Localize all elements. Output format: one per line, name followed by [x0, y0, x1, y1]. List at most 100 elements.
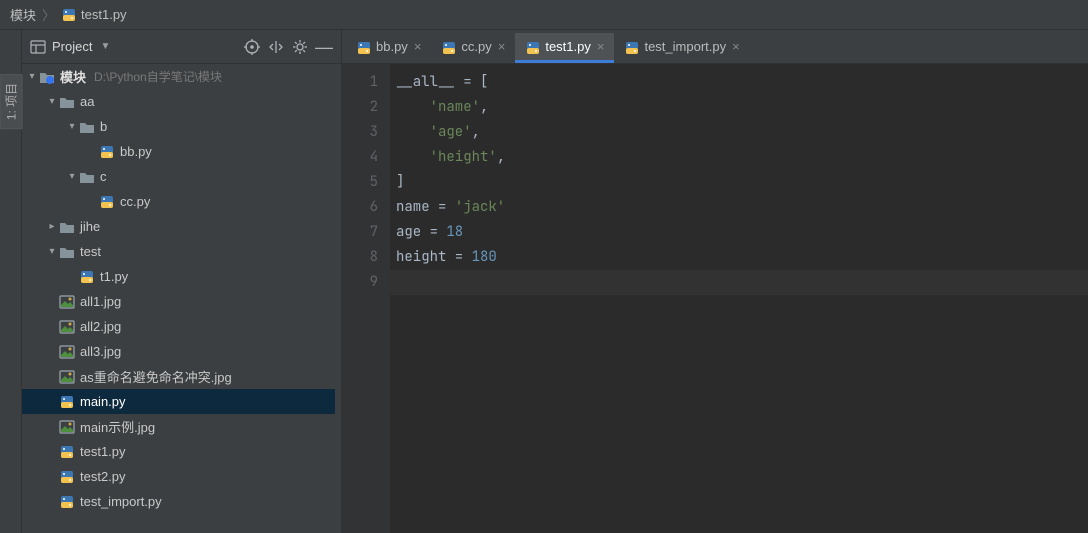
tree-file-test1-py[interactable]: ▸ test1.py: [22, 439, 335, 464]
python-icon: [525, 40, 539, 54]
tree-label: jihe: [80, 219, 100, 234]
locate-icon[interactable]: [243, 38, 261, 56]
project-panel-title[interactable]: Project: [52, 39, 92, 54]
tree-label: bb.py: [120, 144, 152, 159]
tree-folder-b[interactable]: ▾ b: [22, 114, 335, 139]
code-line[interactable]: age = 18: [390, 220, 1088, 245]
tree-file-cc-py[interactable]: ▸ cc.py: [22, 189, 335, 214]
tree-label: test_import.py: [80, 494, 162, 509]
expand-all-icon[interactable]: [267, 38, 285, 56]
tree-folder-c[interactable]: ▾ c: [22, 164, 335, 189]
python-icon: [58, 494, 76, 510]
chevron-down-icon[interactable]: ▾: [46, 96, 58, 107]
tab-bb-py[interactable]: bb.py ×: [346, 33, 431, 63]
tree-label: main示例.jpg: [80, 417, 155, 436]
line-number: 9: [342, 270, 378, 295]
breadcrumb-separator: 〉: [42, 5, 55, 24]
code-line[interactable]: 'age',: [390, 120, 1088, 145]
folder-icon: [78, 119, 96, 135]
tree-root-path: D:\Python自学笔记\模块: [94, 68, 222, 85]
python-icon: [61, 7, 77, 23]
tree-label: all3.jpg: [80, 344, 121, 359]
code-line[interactable]: name = 'jack': [390, 195, 1088, 220]
breadcrumb-root[interactable]: 模块: [10, 5, 36, 24]
python-icon: [441, 40, 455, 54]
tool-window-strip-left: 1: 项目: [0, 30, 22, 533]
tab-test1-py[interactable]: test1.py ×: [515, 33, 614, 63]
close-icon[interactable]: ×: [414, 39, 422, 54]
code-editor[interactable]: 123456789 __all__ = [ 'name', 'age', 'he…: [342, 64, 1088, 533]
python-icon: [58, 469, 76, 485]
code-line[interactable]: ]: [390, 170, 1088, 195]
tree-folder-jihe[interactable]: ▸ jihe: [22, 214, 335, 239]
breadcrumb-file[interactable]: test1.py: [81, 7, 127, 22]
chevron-right-icon[interactable]: ▸: [46, 221, 58, 232]
line-number: 4: [342, 145, 378, 170]
code-line[interactable]: __all__ = [: [390, 70, 1088, 95]
tab-test-import-py[interactable]: test_import.py ×: [614, 33, 749, 63]
line-number: 3: [342, 120, 378, 145]
tree-file-main-ex-jpg[interactable]: ▸ main示例.jpg: [22, 414, 335, 439]
tree-label: test2.py: [80, 469, 126, 484]
image-icon: [58, 419, 76, 435]
folder-icon: [78, 169, 96, 185]
python-icon: [356, 40, 370, 54]
tree-file-all1-jpg[interactable]: ▸ all1.jpg: [22, 289, 335, 314]
tab-label: bb.py: [376, 39, 408, 54]
chevron-down-icon[interactable]: ▾: [66, 121, 78, 132]
tab-cc-py[interactable]: cc.py ×: [431, 33, 515, 63]
breadcrumb: 模块 〉 test1.py: [0, 0, 1088, 30]
tree-file-t1-py[interactable]: ▸ t1.py: [22, 264, 335, 289]
project-panel: Project ▼ — ▾ 模块 D:\Python自学笔记\模块 ▾ aa: [22, 30, 342, 533]
tree-label: cc.py: [120, 194, 150, 209]
module-folder-icon: [38, 69, 56, 85]
code-line[interactable]: 'height',: [390, 145, 1088, 170]
tree-file-bb-py[interactable]: ▸ bb.py: [22, 139, 335, 164]
tree-label: aa: [80, 94, 94, 109]
tab-label: test1.py: [545, 39, 591, 54]
line-number: 1: [342, 70, 378, 95]
chevron-down-icon[interactable]: ▾: [66, 171, 78, 182]
tree-folder-aa[interactable]: ▾ aa: [22, 89, 335, 114]
python-icon: [58, 444, 76, 460]
tree-label: 模块: [60, 67, 86, 86]
project-tree[interactable]: ▾ 模块 D:\Python自学笔记\模块 ▾ aa ▾ b ▸: [22, 64, 335, 533]
project-view-icon: [30, 39, 46, 55]
tree-file-all2-jpg[interactable]: ▸ all2.jpg: [22, 314, 335, 339]
tree-label: c: [100, 169, 107, 184]
python-icon: [98, 144, 116, 160]
code-line[interactable]: 'name',: [390, 95, 1088, 120]
tree-label: main.py: [80, 394, 126, 409]
code-lines[interactable]: __all__ = [ 'name', 'age', 'height',]nam…: [390, 64, 1088, 533]
code-line[interactable]: [390, 270, 1088, 295]
close-icon[interactable]: ×: [498, 39, 506, 54]
tree-file-test2-py[interactable]: ▸ test2.py: [22, 464, 335, 489]
tree-root[interactable]: ▾ 模块 D:\Python自学笔记\模块: [22, 64, 335, 89]
chevron-down-icon[interactable]: ▼: [100, 41, 110, 52]
tree-label: all1.jpg: [80, 294, 121, 309]
tree-file-main-py[interactable]: ▸ main.py: [22, 389, 335, 414]
hide-panel-icon[interactable]: —: [315, 38, 333, 56]
gear-icon[interactable]: [291, 38, 309, 56]
chevron-down-icon[interactable]: ▾: [46, 246, 58, 257]
editor-area: bb.py × cc.py × test1.py × test_import.p…: [342, 30, 1088, 533]
line-number: 8: [342, 245, 378, 270]
tree-file-test-import-py[interactable]: ▸ test_import.py: [22, 489, 335, 514]
close-icon[interactable]: ×: [597, 39, 605, 54]
line-number: 2: [342, 95, 378, 120]
image-icon: [58, 294, 76, 310]
code-line[interactable]: height = 180: [390, 245, 1088, 270]
python-icon: [98, 194, 116, 210]
python-icon: [58, 394, 76, 410]
chevron-down-icon[interactable]: ▾: [26, 71, 38, 82]
python-icon: [624, 40, 638, 54]
tool-window-tab-project[interactable]: 1: 项目: [0, 74, 22, 129]
tree-label: b: [100, 119, 107, 134]
python-icon: [78, 269, 96, 285]
tree-folder-test[interactable]: ▾ test: [22, 239, 335, 264]
tree-file-as-jpg[interactable]: ▸ as重命名避免命名冲突.jpg: [22, 364, 335, 389]
line-number: 7: [342, 220, 378, 245]
tree-file-all3-jpg[interactable]: ▸ all3.jpg: [22, 339, 335, 364]
close-icon[interactable]: ×: [732, 39, 740, 54]
tree-label: t1.py: [100, 269, 128, 284]
